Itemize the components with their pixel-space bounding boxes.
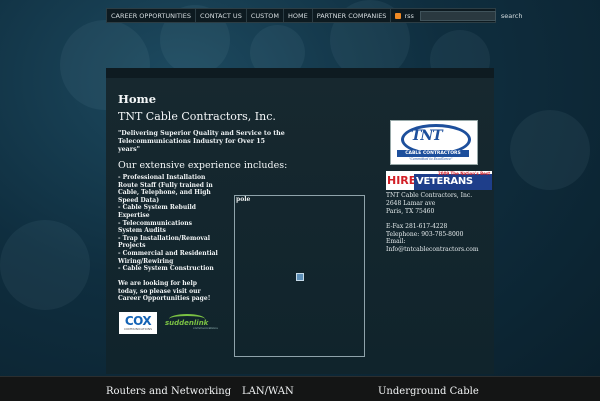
- top-navigation: CAREER OPPORTUNITIES CONTACT US CUSTOM H…: [106, 8, 522, 23]
- footer-heading-lan-wan: LAN/WAN: [242, 386, 294, 397]
- list-item: - Trap Installation/Removal Projects: [118, 234, 211, 250]
- tnt-logo-motto: "Committed to Excellence": [409, 157, 453, 161]
- cox-logo[interactable]: COX COMMUNICATIONS: [119, 312, 157, 334]
- contact-email-label: Email:: [386, 238, 406, 246]
- hire-logo-right: VETERANS: [414, 174, 492, 190]
- suddenlink-logo-subtext: communications: [193, 326, 218, 330]
- list-item: - Cable System Construction: [118, 265, 214, 273]
- pole-image-alt-text: pole: [236, 196, 251, 203]
- services-list: - Professional Installation Route Staff …: [118, 174, 218, 273]
- experience-heading: Our extensive experience includes:: [118, 160, 288, 171]
- rss-icon: [395, 12, 402, 19]
- contact-fax: E-Fax 281-617-4228: [386, 222, 448, 230]
- pole-image-frame: pole: [234, 195, 365, 357]
- contact-name: TNT Cable Contractors, Inc.: [386, 192, 473, 199]
- footer: Routers and Networking LAN/WAN Undergrou…: [0, 376, 600, 401]
- list-item: - Commercial and Residential Wiring/Rewi…: [118, 249, 218, 265]
- nav-career-opportunities[interactable]: CAREER OPPORTUNITIES: [107, 9, 197, 22]
- list-item: - Cable System Rebuild Expertise: [118, 204, 196, 219]
- contact-email-link[interactable]: Info@tntcablecontractors.com: [386, 246, 479, 254]
- search-input[interactable]: [419, 10, 496, 21]
- footer-heading-underground-cable: Underground Cable: [378, 386, 479, 397]
- contact-phone: Telephone: 903-785-8000: [386, 230, 464, 238]
- main-panel: Home TNT Cable Contractors, Inc. "Delive…: [106, 68, 494, 374]
- nav-home[interactable]: HOME: [284, 9, 313, 22]
- broken-image-icon: [296, 273, 304, 281]
- footer-heading-routers: Routers and Networking: [106, 386, 232, 397]
- contact-address-line1: 2648 Lamar ave: [386, 199, 436, 207]
- hire-veterans-logo[interactable]: HIRE VETERANS 2009 The Nation's Best: [386, 171, 492, 190]
- hire-logo-left: HIRE: [386, 171, 416, 190]
- page-title: Home: [118, 92, 157, 106]
- tnt-logo-text: TNT: [411, 128, 443, 144]
- tagline: "Delivering Superior Quality and Service…: [118, 130, 285, 153]
- background-bokeh: [510, 110, 590, 190]
- contact-info: TNT Cable Contractors, Inc. 2648 Lamar a…: [386, 192, 479, 254]
- list-item: - Professional Installation Route Staff …: [118, 174, 213, 204]
- contact-address-line2: Paris, TX 75460: [386, 207, 435, 215]
- search-button[interactable]: search: [501, 12, 523, 20]
- nav-partner-companies[interactable]: PARTNER COMPANIES: [313, 9, 392, 22]
- list-item: - Telecommunications System Audits: [118, 219, 192, 235]
- suddenlink-logo[interactable]: suddenlink communications: [165, 314, 218, 332]
- nav-custom[interactable]: CUSTOM: [247, 9, 284, 22]
- tnt-logo[interactable]: TNT CABLE CONTRACTORS "Committed to Exce…: [390, 120, 478, 165]
- hire-logo-tag: 2009 The Nation's Best: [438, 171, 491, 176]
- rss-label: rss: [404, 11, 414, 20]
- company-heading: TNT Cable Contractors, Inc.: [118, 110, 276, 123]
- cox-logo-subtext: COMMUNICATIONS: [123, 327, 153, 331]
- help-text: We are looking for help today, so please…: [118, 280, 211, 303]
- background-bokeh: [0, 220, 90, 310]
- cox-logo-text: COX: [124, 314, 152, 328]
- rss-link[interactable]: rss: [395, 11, 414, 20]
- main-content: Home TNT Cable Contractors, Inc. "Delive…: [118, 92, 388, 357]
- tnt-logo-bar: CABLE CONTRACTORS: [397, 150, 469, 157]
- nav-contact-us[interactable]: CONTACT US: [196, 9, 247, 22]
